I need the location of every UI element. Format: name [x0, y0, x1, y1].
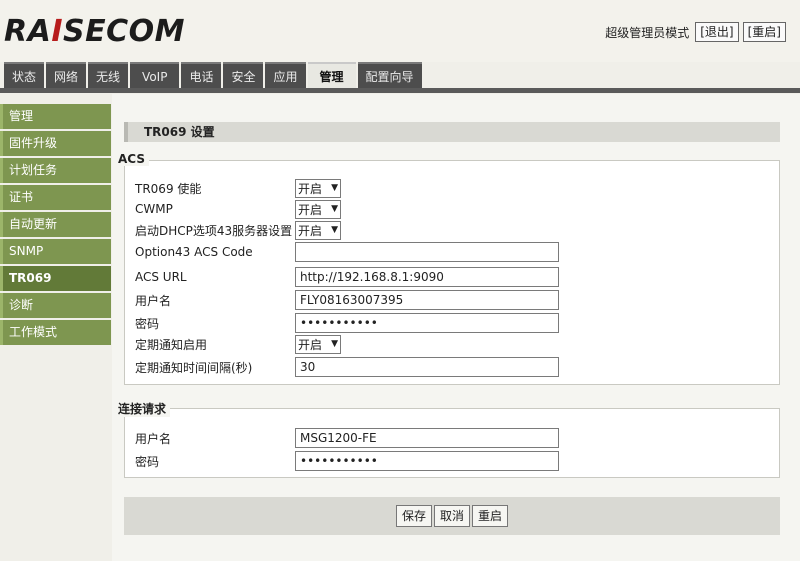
dhcp43-value: 开启 [298, 223, 323, 238]
acs-password-label: 密码 [135, 316, 160, 331]
periodic-enable-value: 开启 [298, 337, 323, 352]
tab-wireless[interactable]: 无线 [88, 62, 129, 88]
conn-password-row: 密码 ••••••••••• [125, 450, 779, 472]
cwmp-row: CWMP 开启 ▼ [125, 198, 779, 220]
conn-username-input[interactable]: MSG1200-FE [295, 428, 559, 448]
sidebar-item-tr069[interactable]: TR069 [0, 266, 111, 291]
admin-mode-label: 超级管理员模式 [605, 25, 690, 40]
dhcp43-row: 启动DHCP选项43服务器设置 开启 ▼ [125, 219, 779, 241]
tab-phone[interactable]: 电话 [181, 62, 222, 88]
tr069-enable-label: TR069 使能 [135, 181, 202, 196]
periodic-enable-label: 定期通知启用 [135, 337, 208, 352]
periodic-enable-row: 定期通知启用 开启 ▼ [125, 333, 779, 355]
cwmp-label: CWMP [135, 202, 173, 216]
chevron-down-icon: ▼ [331, 183, 338, 193]
acs-username-input[interactable]: FLY08163007395 [295, 290, 559, 310]
action-bar: 保存 取消 重启 [124, 497, 780, 535]
conn-password-input[interactable]: ••••••••••• [295, 451, 559, 471]
tr069-enable-value: 开启 [298, 181, 323, 196]
connection-request-fieldset: 用户名 MSG1200-FE 密码 ••••••••••• [124, 408, 780, 478]
sidebar-item-certificates[interactable]: 证书 [0, 185, 111, 210]
reboot-button[interactable]: 重启 [472, 505, 509, 527]
header: RAISECOM 超级管理员模式 [退出] [重启] [0, 0, 800, 62]
tab-management[interactable]: 管理 [307, 62, 356, 90]
dhcp43-select[interactable]: 开启 ▼ [295, 220, 341, 240]
save-button[interactable]: 保存 [395, 505, 432, 527]
connection-request-legend: 连接请求 [114, 400, 171, 417]
tab-setup-wizard[interactable]: 配置向导 [357, 62, 422, 88]
sidebar-item-auto-update[interactable]: 自动更新 [0, 212, 111, 237]
cwmp-select[interactable]: 开启 ▼ [295, 199, 341, 219]
acs-password-row: 密码 ••••••••••• [125, 312, 779, 334]
main-content: TR069 设置 TR069 使能 开启 ▼ CWMP 开启 ▼ 启动DHCP选… [112, 94, 800, 561]
conn-username-label: 用户名 [135, 431, 172, 446]
tab-network[interactable]: 网络 [46, 62, 87, 88]
sidebar-item-work-mode[interactable]: 工作模式 [0, 320, 111, 345]
page-title: TR069 设置 [124, 122, 780, 142]
tab-security[interactable]: 安全 [223, 62, 264, 88]
header-actions: 超级管理员模式 [退出] [重启] [605, 22, 786, 42]
option43-input[interactable] [295, 242, 559, 262]
option43-label: Option43 ACS Code [135, 245, 253, 259]
cancel-button[interactable]: 取消 [433, 505, 470, 527]
option43-row: Option43 ACS Code [125, 241, 779, 263]
tab-divider [0, 88, 800, 93]
tr069-enable-select[interactable]: 开启 ▼ [295, 178, 341, 198]
sidebar-item-management[interactable]: 管理 [0, 104, 111, 129]
periodic-interval-input[interactable]: 30 [295, 357, 559, 377]
acs-url-row: ACS URL http://192.168.8.1:9090 [125, 266, 779, 288]
main-nav-tabs: 状态 网络 无线 VoIP 电话 安全 应用 管理 配置向导 [4, 62, 422, 90]
tab-applications[interactable]: 应用 [265, 62, 306, 88]
restart-button[interactable]: [重启] [742, 22, 786, 42]
sidebar-item-diagnostics[interactable]: 诊断 [0, 293, 111, 318]
tab-status[interactable]: 状态 [4, 62, 45, 88]
acs-legend: ACS [114, 152, 149, 166]
periodic-enable-select[interactable]: 开启 ▼ [295, 334, 341, 354]
conn-username-row: 用户名 MSG1200-FE [125, 427, 779, 449]
conn-password-label: 密码 [135, 454, 160, 469]
acs-password-input[interactable]: ••••••••••• [295, 313, 559, 333]
chevron-down-icon: ▼ [331, 204, 338, 214]
acs-username-label: 用户名 [135, 293, 172, 308]
logout-button[interactable]: [退出] [695, 22, 739, 42]
dhcp43-label: 启动DHCP选项43服务器设置 [135, 223, 293, 238]
acs-username-row: 用户名 FLY08163007395 [125, 289, 779, 311]
tr069-enable-row: TR069 使能 开启 ▼ [125, 177, 779, 199]
periodic-interval-label: 定期通知时间间隔(秒) [135, 360, 253, 375]
raisecom-logo: RAISECOM [4, 14, 185, 49]
chevron-down-icon: ▼ [331, 225, 338, 235]
acs-fieldset: TR069 使能 开启 ▼ CWMP 开启 ▼ 启动DHCP选项43服务器设置 … [124, 160, 780, 385]
acs-url-input[interactable]: http://192.168.8.1:9090 [295, 267, 559, 287]
periodic-interval-row: 定期通知时间间隔(秒) 30 [125, 356, 779, 378]
tab-voip[interactable]: VoIP [130, 62, 180, 88]
cwmp-value: 开启 [298, 202, 323, 217]
sidebar: 管理 固件升级 计划任务 证书 自动更新 SNMP TR069 诊断 工作模式 [0, 104, 111, 347]
chevron-down-icon: ▼ [331, 339, 338, 349]
sidebar-item-scheduled-tasks[interactable]: 计划任务 [0, 158, 111, 183]
sidebar-item-firmware-upgrade[interactable]: 固件升级 [0, 131, 111, 156]
acs-url-label: ACS URL [135, 270, 187, 284]
sidebar-item-snmp[interactable]: SNMP [0, 239, 111, 264]
